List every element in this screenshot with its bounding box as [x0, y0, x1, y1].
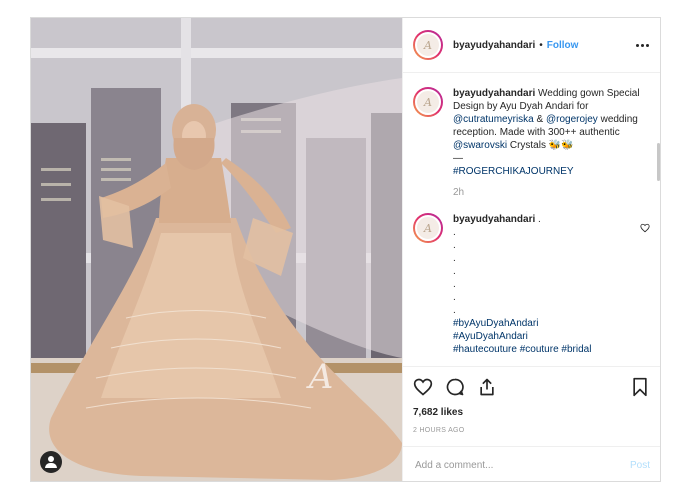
mention-link[interactable]: @rogerojey — [546, 114, 598, 125]
post-button[interactable]: Post — [630, 460, 650, 471]
caption-divider: — — [453, 153, 463, 164]
caption-body: byayudyahandari Wedding gown Special Des… — [453, 87, 650, 199]
post-photo[interactable]: A — [31, 18, 402, 481]
hashtag-link[interactable]: #hautecouture #couture #bridal — [453, 343, 634, 356]
caption-avatar[interactable]: A — [413, 87, 443, 117]
comment-dot: . — [453, 227, 456, 238]
mention-link[interactable]: @swarovski — [453, 140, 507, 151]
bookmark-icon[interactable] — [630, 377, 650, 397]
caption-username[interactable]: byayudyahandari — [453, 88, 535, 99]
header-username[interactable]: byayudyahandari — [453, 40, 535, 51]
caption-time[interactable]: 2h — [453, 186, 650, 199]
comment-heart-icon[interactable] — [640, 223, 650, 233]
comment-dot: . — [453, 305, 456, 316]
comment-username[interactable]: byayudyahandari — [453, 214, 535, 225]
hashtag-link[interactable]: #AyuDyahAndari — [453, 330, 634, 343]
caption: A byayudyahandari Wedding gown Special D… — [413, 87, 650, 199]
comment-body: byayudyahandari . . . . . . . . #byAyuDy… — [453, 213, 634, 356]
follow-button[interactable]: Follow — [547, 40, 579, 51]
wedding-gown-photo: A — [31, 18, 402, 481]
action-row — [413, 375, 650, 399]
hashtag-link[interactable]: #ROGERCHIKAJOURNEY — [453, 165, 650, 178]
comment-avatar[interactable]: A — [413, 213, 443, 243]
mention-link[interactable]: @cutratumeyriska — [453, 114, 534, 125]
likes-count[interactable]: 7,682 likes — [413, 407, 650, 418]
comment-dot: . — [453, 266, 456, 277]
share-icon[interactable] — [477, 377, 497, 397]
instagram-post: A A byayudyahandari • Follow A byayudyah… — [30, 17, 661, 482]
heart-icon[interactable] — [413, 377, 433, 397]
comment-dot: . — [453, 292, 456, 303]
comment-input[interactable] — [415, 459, 630, 471]
comment-composer: Post — [403, 446, 660, 481]
post-header: A byayudyahandari • Follow — [403, 18, 660, 73]
scrollbar[interactable] — [657, 143, 660, 181]
separator-dot: • — [539, 39, 543, 51]
comment-dot: . — [453, 253, 456, 264]
comment-icon[interactable] — [445, 377, 465, 397]
hashtag-link[interactable]: #byAyuDyahAndari — [453, 317, 634, 330]
avatar[interactable]: A — [413, 30, 443, 60]
post-timestamp[interactable]: 2 HOURS AGO — [413, 427, 650, 434]
comments-section[interactable]: A byayudyahandari Wedding gown Special D… — [403, 73, 660, 366]
ellipsis-icon[interactable] — [636, 40, 649, 51]
post-side-panel: A byayudyahandari • Follow A byayudyahan… — [402, 18, 660, 481]
comment: A byayudyahandari . . . . . . . . #byAyu… — [413, 213, 650, 356]
tagged-users-button[interactable] — [40, 451, 62, 473]
user-icon — [48, 456, 54, 462]
svg-text:A: A — [306, 357, 334, 397]
actions-bar: 7,682 likes 2 HOURS AGO — [403, 366, 660, 434]
comment-dot: . — [453, 240, 456, 251]
comment-dot: . — [453, 279, 456, 290]
